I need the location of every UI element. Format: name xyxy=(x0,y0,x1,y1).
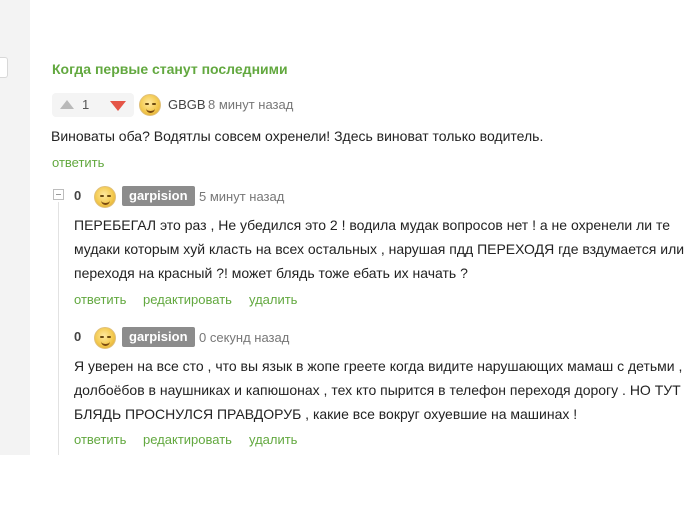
comment-story-title[interactable]: Когда первые станут последними xyxy=(52,61,288,77)
collapse-thread-icon[interactable] xyxy=(53,189,64,200)
comment-timestamp[interactable]: 8 минут назад xyxy=(208,97,293,112)
thread-line[interactable] xyxy=(58,202,59,455)
sidebar-tab[interactable] xyxy=(0,57,8,78)
delete-link[interactable]: удалить xyxy=(249,432,297,447)
vote-box: 1 xyxy=(52,93,134,117)
comment-text: Виноваты оба? Водятлы совсем охренели! З… xyxy=(51,128,544,144)
reply-text-line: Я уверен на все сто , что вы язык в жопе… xyxy=(74,358,683,374)
edit-link[interactable]: редактировать xyxy=(143,292,232,307)
downvote-icon[interactable] xyxy=(110,101,126,111)
reply-text-line: мудаки которым хуй класть на всех осталь… xyxy=(74,241,685,257)
reply-text-line: долбоёбов в наушниках и капюшонах , тех … xyxy=(74,382,681,398)
page-bottom-blank xyxy=(0,455,700,510)
avatar[interactable] xyxy=(139,94,161,116)
reply-rating: 0 xyxy=(74,329,82,344)
reply-rating: 0 xyxy=(74,188,82,203)
avatar[interactable] xyxy=(94,186,116,208)
delete-link[interactable]: удалить xyxy=(249,292,297,307)
reply-link[interactable]: ответить xyxy=(74,292,126,307)
upvote-icon[interactable] xyxy=(60,100,74,109)
comment-author[interactable]: GBGB xyxy=(168,97,206,112)
reply-link[interactable]: ответить xyxy=(74,432,126,447)
reply-text-line: ПЕРЕБЕГАЛ это раз , Не убедился это 2 ! … xyxy=(74,217,671,233)
reply-text-line: БЛЯДЬ ПРОСНУЛСЯ ПРАВДОРУБ , какие все во… xyxy=(74,406,578,422)
reply-author[interactable]: garpision xyxy=(122,186,195,206)
reply-text-line: переходя на красный ?! может блядь тоже … xyxy=(74,265,468,281)
reply-author[interactable]: garpision xyxy=(122,327,195,347)
vote-count: 1 xyxy=(82,97,90,112)
reply-timestamp[interactable]: 0 секунд назад xyxy=(199,330,289,345)
reply-link[interactable]: ответить xyxy=(52,155,104,170)
edit-link[interactable]: редактировать xyxy=(143,432,232,447)
avatar[interactable] xyxy=(94,327,116,349)
reply-timestamp[interactable]: 5 минут назад xyxy=(199,189,284,204)
